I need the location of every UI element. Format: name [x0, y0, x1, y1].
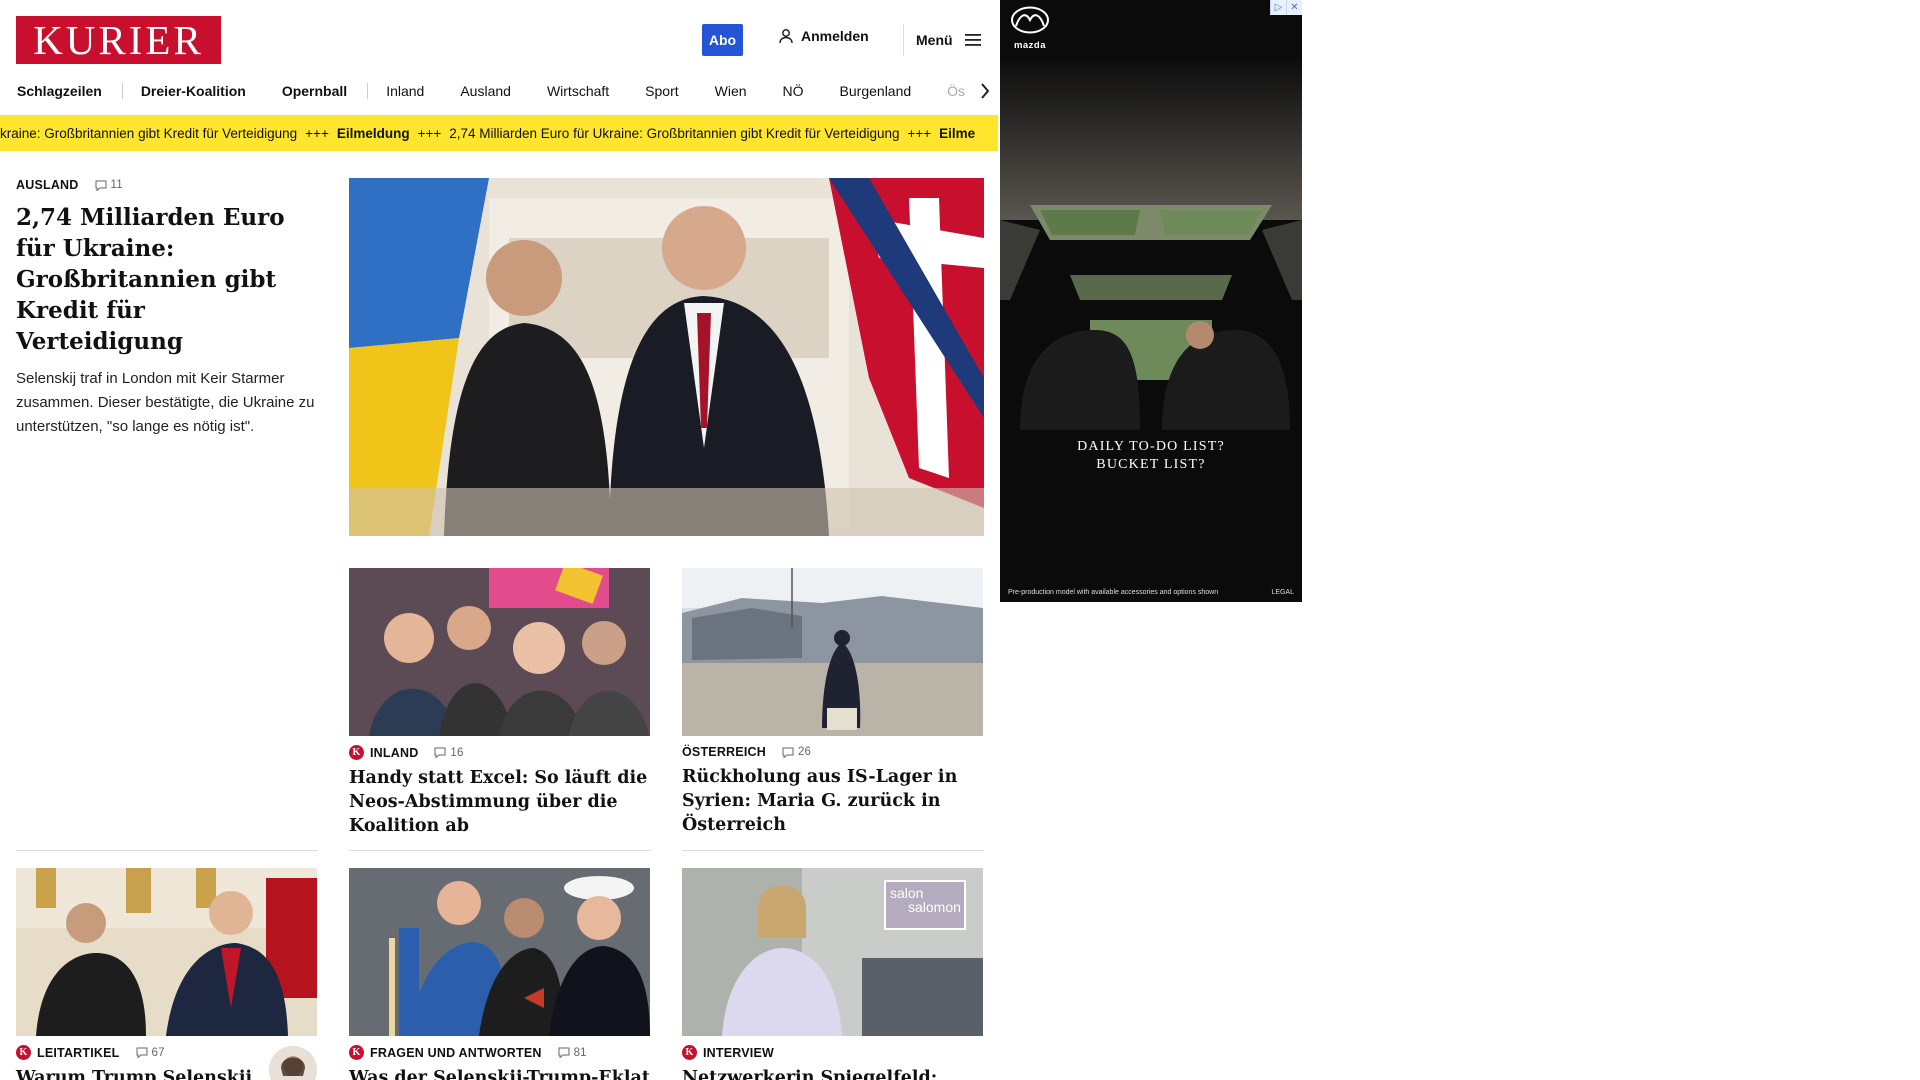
nav-item-dreier-koalition[interactable]: Dreier-Koalition — [141, 83, 246, 99]
article-card[interactable]: K FRAGEN UND ANTWORTEN 81 Was der Selens… — [349, 868, 650, 1080]
comment-count[interactable]: 67 — [136, 1047, 165, 1059]
article-kicker: ÖSTERREICH 26 — [682, 745, 983, 759]
section-label: INLAND — [370, 745, 419, 760]
nav-item-wirtschaft[interactable]: Wirtschaft — [547, 83, 609, 99]
article-card[interactable]: K INLAND 16 Handy statt Excel: So läuft … — [349, 568, 650, 838]
nav-item-sport[interactable]: Sport — [645, 83, 678, 99]
kurier-plus-badge: K — [349, 1045, 364, 1060]
article-headline[interactable]: Was der Selenskij-Trump-Eklat — [349, 1066, 650, 1080]
comment-count-value: 11 — [110, 179, 123, 191]
news-site: KURIER Abo Anmelden Menü Schlagzeilen Dr… — [0, 0, 998, 1080]
kurier-plus-badge: K — [682, 1045, 697, 1060]
comment-count[interactable]: 26 — [782, 746, 811, 758]
salon-salomon-logo: salon salomon — [884, 880, 966, 930]
kurier-plus-badge: K — [16, 1045, 31, 1060]
comment-count[interactable]: 16 — [434, 747, 463, 759]
article-card[interactable]: salon salomon K INTERVIEW Netzwerkerin S… — [682, 868, 983, 1080]
login-label: Anmelden — [801, 28, 869, 44]
ticker-separator: +++ — [907, 125, 932, 141]
ad-tagline: DAILY TO-DO LIST? BUCKET LIST? — [1077, 439, 1225, 472]
kurier-logo[interactable]: KURIER — [16, 16, 221, 64]
section-navigation: Schlagzeilen Dreier-Koalition Opernball … — [0, 76, 998, 106]
user-icon — [779, 29, 793, 44]
comment-icon — [136, 1047, 148, 1058]
breaking-news-ticker[interactable]: kraine: Großbritannien gibt Kredit für V… — [0, 115, 998, 151]
article-image[interactable] — [349, 868, 650, 1036]
divider — [16, 850, 318, 851]
article-image[interactable] — [682, 568, 983, 736]
ticker-label: Eilmeldung — [336, 125, 410, 141]
kurier-plus-badge: K — [349, 745, 364, 760]
comment-icon — [782, 747, 794, 758]
ticker-separator: +++ — [305, 125, 329, 141]
article-card[interactable]: K LEITARTIKEL 67 Warum Trump Selenskij — [16, 868, 317, 1080]
section-label: FRAGEN UND ANTWORTEN — [370, 1045, 542, 1060]
article-headline[interactable]: Rückholung aus IS-Lager in Syrien: Maria… — [682, 765, 983, 837]
menu-button[interactable]: Menü — [903, 24, 981, 56]
ad-footer: Pre-production model with available acce… — [1008, 589, 1294, 596]
comment-icon — [95, 180, 107, 191]
lead-kicker: AUSLAND 11 — [16, 178, 316, 192]
ad-close-icon[interactable]: ✕ — [1286, 0, 1302, 15]
nav-divider — [121, 83, 123, 99]
article-kicker: K FRAGEN UND ANTWORTEN 81 — [349, 1045, 650, 1060]
ad-info-icon[interactable]: ▷ — [1270, 0, 1286, 15]
lead-teaser: Selenskij traf in London mit Keir Starme… — [16, 370, 315, 435]
comment-count-value: 81 — [573, 1046, 587, 1059]
section-label: AUSLAND — [16, 178, 79, 192]
divider — [349, 850, 651, 851]
ticker-separator: +++ — [417, 125, 442, 141]
hamburger-icon — [964, 34, 981, 46]
article-kicker: K INTERVIEW — [682, 1045, 983, 1060]
nav-item-burgenland[interactable]: Burgenland — [840, 83, 912, 99]
ticker-item: kraine: Großbritannien gibt Kredit für V… — [0, 125, 298, 141]
mazda-logo[interactable]: mazda — [1010, 6, 1050, 51]
lead-article[interactable]: AUSLAND 11 2,74 Milliarden Euro für Ukra… — [16, 178, 316, 439]
nav-item-noe[interactable]: NÖ — [783, 83, 804, 99]
nav-item-opernball[interactable]: Opernball — [282, 83, 347, 99]
nav-item-inland[interactable]: Inland — [386, 83, 424, 99]
comment-count-value: 16 — [450, 746, 464, 759]
lead-headline[interactable]: 2,74 Milliarden Euro für Ukraine: Großbr… — [16, 202, 316, 357]
comment-count-value: 26 — [797, 746, 812, 758]
abo-button[interactable]: Abo — [702, 24, 743, 56]
article-kicker: K INLAND 16 — [349, 745, 650, 760]
ad-choices[interactable]: ▷ ✕ — [1270, 0, 1302, 15]
advertisement-banner[interactable]: ▷ ✕ mazda DAILY TO-DO LIST? BUCKET LIST?… — [1000, 0, 1302, 602]
ad-legal-link[interactable]: LEGAL — [1271, 589, 1294, 596]
divider — [682, 850, 984, 851]
nav-item-ausland[interactable]: Ausland — [460, 83, 511, 99]
ad-disclaimer: Pre-production model with available acce… — [1008, 589, 1219, 596]
section-label: INTERVIEW — [703, 1045, 775, 1060]
comment-icon — [434, 747, 446, 758]
nav-item-wien[interactable]: Wien — [715, 83, 747, 99]
article-headline[interactable]: Handy statt Excel: So läuft die Neos-Abs… — [349, 766, 650, 838]
login-button[interactable]: Anmelden — [778, 28, 869, 44]
ad-car-interior-image — [1000, 0, 1302, 602]
section-label: ÖSTERREICH — [682, 745, 766, 759]
nav-item-schlagzeilen[interactable]: Schlagzeilen — [17, 83, 102, 99]
menu-label: Menü — [916, 32, 953, 48]
comment-icon — [558, 1047, 570, 1058]
section-label: LEITARTIKEL — [37, 1045, 120, 1060]
comment-count[interactable]: 81 — [558, 1047, 587, 1059]
lead-image[interactable] — [349, 178, 984, 536]
article-card[interactable]: ÖSTERREICH 26 Rückholung aus IS-Lager in… — [682, 568, 983, 837]
mazda-emblem-icon — [1011, 6, 1049, 34]
nav-scroll-right-button[interactable] — [963, 76, 998, 106]
article-headline[interactable]: Netzwerkerin Spiegelfeld: „Eine — [682, 1066, 983, 1080]
nav-divider — [367, 83, 369, 99]
article-image[interactable] — [16, 868, 317, 1036]
article-image[interactable] — [349, 568, 650, 736]
ticker-label: Eilme — [939, 125, 976, 141]
comment-count-value: 67 — [151, 1046, 165, 1059]
ticker-item: 2,74 Milliarden Euro für Ukraine: Großbr… — [449, 125, 900, 141]
comment-count[interactable]: 11 — [95, 179, 123, 191]
chevron-right-icon — [981, 83, 990, 99]
